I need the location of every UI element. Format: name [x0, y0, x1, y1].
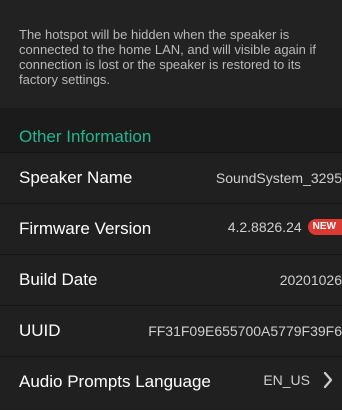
firmware-version-value-group: 4.2.8826.24 NEW: [228, 217, 342, 237]
uuid-value: FF31F09E655700A5779F39F6: [148, 323, 342, 339]
new-badge: NEW: [307, 219, 342, 235]
audio-prompts-language-label: Audio Prompts Language: [19, 372, 211, 391]
audio-prompts-language-value-group: EN_US: [263, 370, 336, 390]
build-date-row: Build Date 20201026: [0, 254, 342, 305]
section-title: Other Information: [19, 127, 152, 146]
uuid-label: UUID: [19, 321, 61, 340]
chevron-right-icon[interactable]: [320, 370, 336, 390]
hotspot-notice-text: The hotspot will be hidden when the spea…: [19, 27, 317, 87]
firmware-version-value: 4.2.8826.24: [227, 219, 302, 235]
build-date-value: 20201026: [279, 272, 342, 288]
firmware-version-row[interactable]: Firmware Version 4.2.8826.24 NEW: [0, 203, 342, 254]
audio-prompts-language-value: EN_US: [263, 372, 310, 388]
speaker-name-row: Speaker Name SoundSystem_3295: [0, 152, 342, 203]
audio-prompts-language-row[interactable]: Audio Prompts Language EN_US: [0, 356, 342, 407]
build-date-label: Build Date: [19, 270, 98, 289]
uuid-row: UUID FF31F09E655700A5779F39F6: [0, 305, 342, 356]
information-list: Speaker Name SoundSystem_3295 Firmware V…: [0, 152, 342, 407]
speaker-name-value: SoundSystem_3295: [215, 170, 342, 186]
hotspot-notice: The hotspot will be hidden when the spea…: [0, 0, 342, 108]
speaker-name-label: Speaker Name: [19, 168, 133, 187]
firmware-version-label: Firmware Version: [19, 219, 152, 238]
